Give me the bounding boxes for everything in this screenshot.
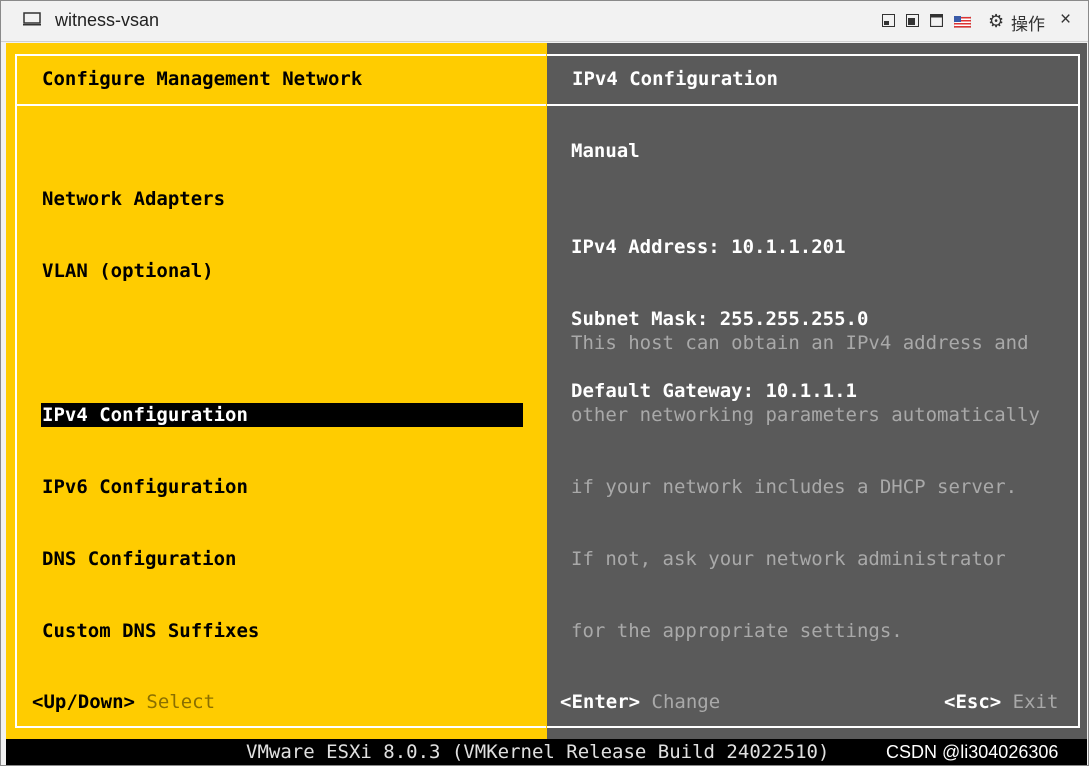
help-text: This host can obtain an IPv4 address and… <box>571 283 1040 691</box>
menu-item-custom-dns-suffixes[interactable]: Custom DNS Suffixes <box>42 619 523 643</box>
help-line: for the appropriate settings. <box>571 620 903 642</box>
console-window: witness-vsan ⚙ 操作 × Configure Management… <box>0 0 1089 766</box>
dcui-console[interactable]: Configure Management Network Network Ada… <box>6 43 1087 765</box>
menu-item-network-adapters[interactable]: Network Adapters <box>42 187 523 211</box>
right-divider <box>547 104 1080 106</box>
exit-label: Exit <box>1012 691 1059 713</box>
right-pane-title: IPv4 Configuration <box>572 68 778 90</box>
enter-key: <Enter> <box>560 691 641 713</box>
flag-icon[interactable] <box>953 15 972 29</box>
menu-item-ipv4-configuration[interactable]: IPv4 Configuration <box>41 403 523 427</box>
menu-item-dns-configuration[interactable]: DNS Configuration <box>42 547 523 571</box>
select-hint: <Up/Down> Select <box>32 690 215 714</box>
actions-menu[interactable]: 操作 <box>1011 10 1045 35</box>
menu-item-ipv6-configuration[interactable]: IPv6 Configuration <box>42 475 523 499</box>
left-pane: Configure Management Network Network Ada… <box>6 43 547 739</box>
change-hint: <Enter> Change <box>560 690 720 714</box>
config-menu: Network Adapters VLAN (optional) IPv4 Co… <box>41 139 523 691</box>
help-line: This host can obtain an IPv4 address and <box>571 332 1029 354</box>
restore-icon[interactable] <box>906 14 919 27</box>
ipv4-address: IPv4 Address: 10.1.1.201 <box>571 236 846 258</box>
menu-item-vlan[interactable]: VLAN (optional) <box>42 259 523 283</box>
maximize-icon[interactable] <box>930 14 943 27</box>
status-bar: VMware ESXi 8.0.3 (VMKernel Release Buil… <box>6 739 1087 765</box>
help-line: If not, ask your network administrator <box>571 548 1006 570</box>
left-divider <box>15 104 546 106</box>
select-label: Select <box>146 691 216 713</box>
window-title: witness-vsan <box>55 10 160 30</box>
title-bar: witness-vsan ⚙ 操作 × <box>1 1 1088 42</box>
gear-icon[interactable]: ⚙ <box>988 12 1004 30</box>
help-line: if your network includes a DHCP server. <box>571 476 1018 498</box>
watermark: CSDN @li304026306 <box>886 742 1059 762</box>
version-text: VMware ESXi 8.0.3 (VMKernel Release Buil… <box>246 741 830 763</box>
exit-hint: <Esc> Exit <box>944 690 1058 714</box>
monitor-icon <box>23 12 41 26</box>
change-label: Change <box>651 691 721 713</box>
right-pane: IPv4 Configuration Manual IPv4 Address: … <box>547 43 1087 739</box>
close-icon[interactable]: × <box>1060 10 1071 30</box>
up-down-key: <Up/Down> <box>32 691 135 713</box>
menu-spacer <box>42 331 523 355</box>
help-line: other networking parameters automaticall… <box>571 404 1040 426</box>
esc-key: <Esc> <box>944 691 1002 713</box>
left-pane-title: Configure Management Network <box>42 68 363 90</box>
minimize-icon[interactable] <box>882 14 895 27</box>
ipv4-mode: Manual <box>571 140 640 162</box>
